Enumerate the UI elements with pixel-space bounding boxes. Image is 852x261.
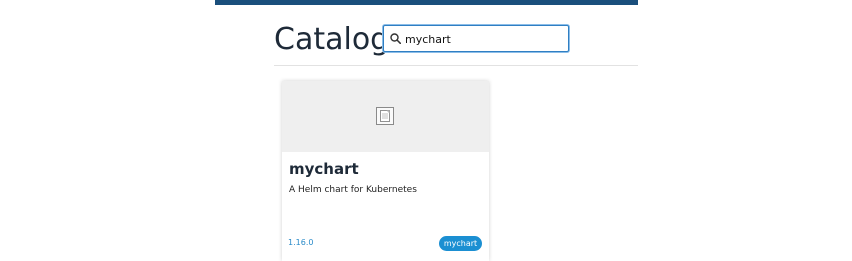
card-image-area [282,81,489,152]
search-icon [390,33,401,44]
image-placeholder-icon [376,107,394,125]
page-title: Catalog [274,22,390,57]
search-input[interactable] [405,29,565,49]
chart-card[interactable]: mychart A Helm chart for Kubernetes 1.16… [282,81,489,261]
header-divider [274,65,638,66]
card-title[interactable]: mychart [289,160,359,178]
search-box[interactable] [383,25,569,52]
card-version: 1.16.0 [288,238,314,247]
repo-badge: mychart [439,236,482,251]
top-accent-bar [215,0,638,5]
card-description: A Helm chart for Kubernetes [289,185,417,195]
